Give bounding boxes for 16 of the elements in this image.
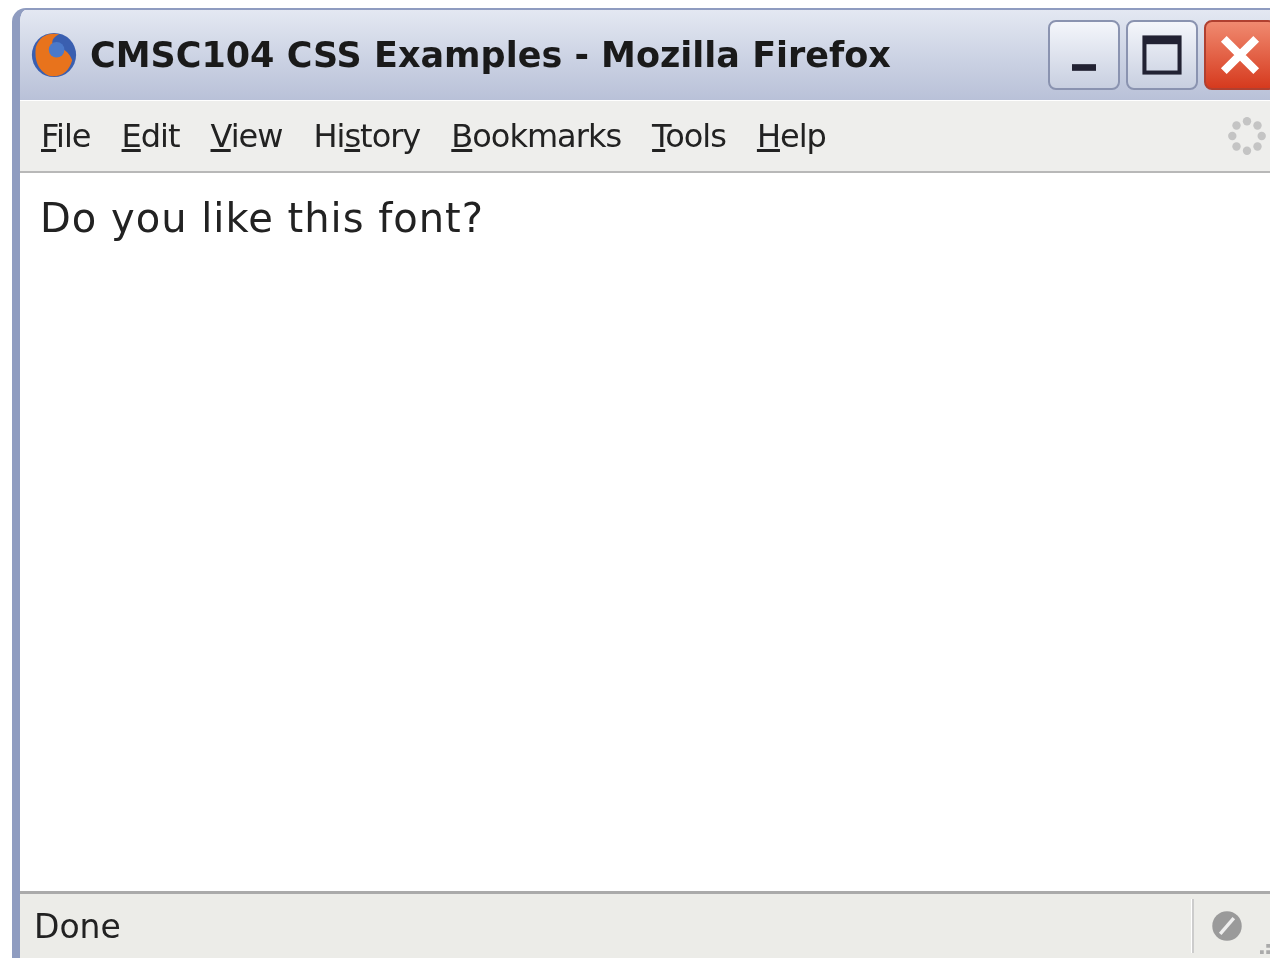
minimize-icon [1072, 63, 1096, 71]
menu-item[interactable]: Bookmarks [440, 117, 633, 155]
status-text: Done [33, 906, 122, 946]
menu-item[interactable]: History [302, 117, 432, 155]
menu-item[interactable]: File [30, 117, 102, 155]
slashed-circle-icon [1210, 909, 1244, 943]
close-button[interactable] [1204, 20, 1270, 90]
minimize-button[interactable] [1048, 20, 1120, 90]
menu-item[interactable]: Help [745, 117, 837, 155]
maximize-button[interactable] [1126, 20, 1198, 90]
menu-item[interactable]: Tools [641, 117, 737, 155]
page-text: Do you like this font? [40, 195, 485, 241]
loading-spinner-icon [1226, 115, 1268, 157]
window-title: CMSC104 CSS Examples - Mozilla Firefox [90, 35, 892, 75]
menu-item[interactable]: View [199, 117, 294, 155]
menu-item[interactable]: Edit [110, 117, 191, 155]
